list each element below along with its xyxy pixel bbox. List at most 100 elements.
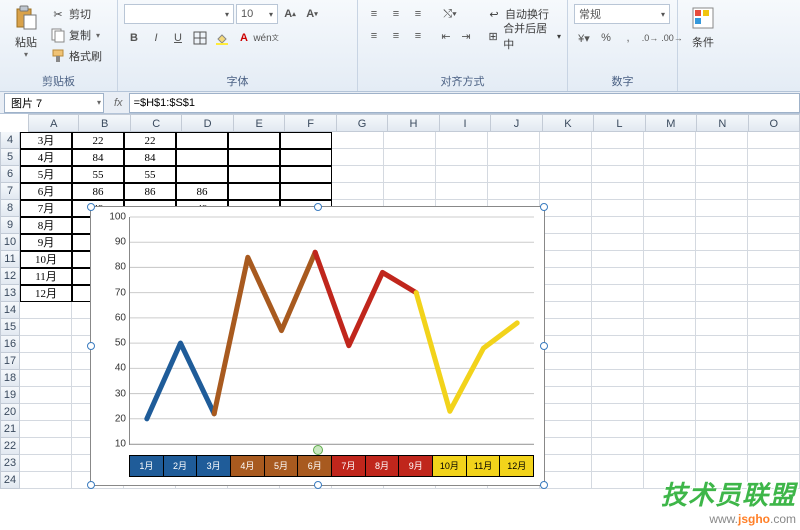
cell[interactable] bbox=[280, 132, 332, 149]
col-header[interactable]: F bbox=[285, 114, 336, 132]
row-header[interactable]: 22 bbox=[0, 438, 20, 455]
cell[interactable] bbox=[696, 132, 748, 149]
worksheet[interactable]: ABCDEFGHIJKLMNO 43月222254月848465月555576月… bbox=[0, 114, 800, 530]
cell[interactable]: 8月 bbox=[20, 217, 72, 234]
cell[interactable] bbox=[228, 183, 280, 200]
row-header[interactable]: 11 bbox=[0, 251, 20, 268]
cell[interactable] bbox=[176, 166, 228, 183]
cell[interactable] bbox=[280, 149, 332, 166]
cell[interactable] bbox=[748, 251, 800, 268]
cell[interactable] bbox=[20, 387, 72, 404]
row-header[interactable]: 8 bbox=[0, 200, 20, 217]
orientation-button[interactable]: ⤭▾ bbox=[436, 4, 464, 24]
cell[interactable] bbox=[644, 166, 696, 183]
col-header[interactable]: K bbox=[543, 114, 594, 132]
cell[interactable] bbox=[644, 455, 696, 472]
cell[interactable] bbox=[592, 336, 644, 353]
cell[interactable] bbox=[592, 234, 644, 251]
cell[interactable] bbox=[644, 149, 696, 166]
cell[interactable]: 11月 bbox=[20, 268, 72, 285]
cell[interactable] bbox=[748, 319, 800, 336]
row-header[interactable]: 13 bbox=[0, 285, 20, 302]
row-header[interactable]: 17 bbox=[0, 353, 20, 370]
row-header[interactable]: 21 bbox=[0, 421, 20, 438]
cell[interactable]: 3月 bbox=[20, 132, 72, 149]
cell[interactable] bbox=[748, 268, 800, 285]
cell[interactable] bbox=[748, 455, 800, 472]
row-header[interactable]: 7 bbox=[0, 183, 20, 200]
cell[interactable] bbox=[592, 268, 644, 285]
cell[interactable] bbox=[540, 353, 592, 370]
cell[interactable] bbox=[696, 370, 748, 387]
cell[interactable] bbox=[540, 404, 592, 421]
cell[interactable] bbox=[488, 132, 540, 149]
conditional-format-button[interactable]: 条件 bbox=[684, 4, 722, 50]
cell[interactable]: 22 bbox=[124, 132, 176, 149]
col-header[interactable]: N bbox=[697, 114, 748, 132]
cell[interactable] bbox=[176, 149, 228, 166]
cell[interactable] bbox=[176, 132, 228, 149]
cell[interactable] bbox=[540, 319, 592, 336]
phonetic-button[interactable]: wén文 bbox=[256, 28, 276, 48]
formula-input[interactable]: =$H$1:$S$1 bbox=[129, 93, 800, 113]
cell[interactable] bbox=[748, 183, 800, 200]
cell[interactable] bbox=[592, 200, 644, 217]
cell[interactable] bbox=[748, 353, 800, 370]
cell[interactable] bbox=[748, 234, 800, 251]
row-header[interactable]: 24 bbox=[0, 472, 20, 489]
cell[interactable] bbox=[332, 166, 384, 183]
cell[interactable] bbox=[540, 132, 592, 149]
border-button[interactable] bbox=[190, 28, 210, 48]
cell[interactable] bbox=[280, 166, 332, 183]
cell[interactable] bbox=[644, 353, 696, 370]
cell[interactable] bbox=[696, 149, 748, 166]
row-header[interactable]: 12 bbox=[0, 268, 20, 285]
cell[interactable] bbox=[696, 353, 748, 370]
col-header[interactable]: G bbox=[337, 114, 388, 132]
cell[interactable] bbox=[748, 217, 800, 234]
cell[interactable] bbox=[696, 421, 748, 438]
cell[interactable]: 86 bbox=[72, 183, 124, 200]
row-header[interactable]: 6 bbox=[0, 166, 20, 183]
cell[interactable] bbox=[696, 200, 748, 217]
cell[interactable] bbox=[540, 472, 592, 489]
cell[interactable] bbox=[592, 438, 644, 455]
align-bottom-button[interactable]: ≡ bbox=[408, 4, 428, 24]
cell[interactable] bbox=[540, 149, 592, 166]
cell[interactable] bbox=[488, 149, 540, 166]
cell[interactable] bbox=[540, 166, 592, 183]
col-header[interactable]: H bbox=[388, 114, 439, 132]
cell[interactable]: 6月 bbox=[20, 183, 72, 200]
cell[interactable]: 84 bbox=[124, 149, 176, 166]
cell[interactable] bbox=[540, 370, 592, 387]
cell[interactable] bbox=[436, 132, 488, 149]
row-header[interactable]: 9 bbox=[0, 217, 20, 234]
cell[interactable] bbox=[644, 302, 696, 319]
cell[interactable] bbox=[488, 183, 540, 200]
cell[interactable] bbox=[748, 387, 800, 404]
cell[interactable] bbox=[748, 132, 800, 149]
cell[interactable] bbox=[696, 234, 748, 251]
cell[interactable] bbox=[228, 149, 280, 166]
cell[interactable] bbox=[748, 370, 800, 387]
align-middle-button[interactable]: ≡ bbox=[386, 4, 406, 24]
cell[interactable] bbox=[696, 319, 748, 336]
cell[interactable]: 10月 bbox=[20, 251, 72, 268]
align-center-button[interactable]: ≡ bbox=[386, 26, 406, 46]
cell[interactable]: 86 bbox=[124, 183, 176, 200]
cell[interactable] bbox=[644, 438, 696, 455]
cell[interactable] bbox=[384, 183, 436, 200]
cell[interactable] bbox=[592, 370, 644, 387]
cell[interactable] bbox=[540, 285, 592, 302]
cell[interactable] bbox=[644, 217, 696, 234]
comma-button[interactable]: , bbox=[618, 28, 638, 48]
cell[interactable] bbox=[332, 183, 384, 200]
cell[interactable] bbox=[592, 149, 644, 166]
shrink-font-button[interactable]: A▾ bbox=[302, 4, 322, 24]
cell[interactable]: 55 bbox=[124, 166, 176, 183]
cell[interactable] bbox=[592, 472, 644, 489]
cell[interactable] bbox=[696, 285, 748, 302]
cell[interactable] bbox=[644, 200, 696, 217]
cell[interactable]: 84 bbox=[72, 149, 124, 166]
cell[interactable] bbox=[436, 149, 488, 166]
